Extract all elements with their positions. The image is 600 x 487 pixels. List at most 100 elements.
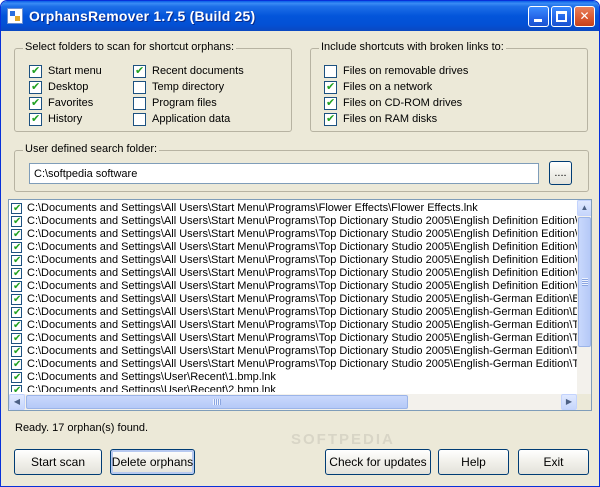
checkbox-icon[interactable] bbox=[11, 332, 22, 345]
vertical-scroll-thumb[interactable] bbox=[578, 217, 591, 347]
list-item[interactable]: C:\Documents and Settings\All Users\Star… bbox=[9, 358, 577, 371]
window-title: OrphansRemover 1.7.5 (Build 25) bbox=[29, 8, 256, 24]
horizontal-scrollbar[interactable]: ◀ ▶ bbox=[9, 394, 577, 410]
checkbox-icon[interactable] bbox=[324, 112, 337, 126]
checkbox-icon[interactable] bbox=[133, 80, 146, 94]
close-button[interactable]: ✕ bbox=[574, 6, 595, 27]
checkbox-icon[interactable] bbox=[11, 215, 22, 228]
folders-group-label: Select folders to scan for shortcut orph… bbox=[23, 41, 237, 53]
checkbox-icon[interactable] bbox=[11, 306, 22, 319]
checkbox-icon[interactable] bbox=[324, 80, 337, 94]
checkbox-icon[interactable] bbox=[29, 96, 42, 110]
maximize-icon bbox=[556, 11, 567, 22]
checkbox-icon[interactable] bbox=[324, 64, 337, 78]
list-item[interactable]: C:\Documents and Settings\All Users\Star… bbox=[9, 306, 577, 319]
list-item[interactable]: C:\Documents and Settings\All Users\Star… bbox=[9, 202, 577, 215]
broken-links-group-label: Include shortcuts with broken links to: bbox=[319, 41, 506, 53]
list-item[interactable]: C:\Documents and Settings\All Users\Star… bbox=[9, 241, 577, 254]
list-item[interactable]: C:\Documents and Settings\All Users\Star… bbox=[9, 319, 577, 332]
broken-option-1[interactable]: Files on a network bbox=[324, 80, 432, 94]
broken-option-3[interactable]: Files on RAM disks bbox=[324, 112, 437, 126]
vertical-scrollbar[interactable]: ▲ bbox=[577, 200, 591, 394]
folder-option-4[interactable]: Recent documents bbox=[133, 64, 244, 78]
close-icon: ✕ bbox=[579, 9, 590, 23]
scroll-up-arrow-icon[interactable]: ▲ bbox=[577, 200, 591, 216]
folder-option-0[interactable]: Start menu bbox=[29, 64, 102, 78]
checkbox-label: Files on CD-ROM drives bbox=[343, 97, 463, 109]
list-item-path: C:\Documents and Settings\All Users\Star… bbox=[27, 202, 478, 214]
checkbox-icon[interactable] bbox=[11, 267, 22, 280]
scroll-left-arrow-icon[interactable]: ◀ bbox=[9, 394, 25, 410]
checkbox-label: History bbox=[48, 113, 83, 125]
user-folder-input[interactable] bbox=[29, 163, 539, 184]
scroll-right-arrow-icon[interactable]: ▶ bbox=[561, 394, 577, 410]
orphans-list[interactable]: C:\Documents and Settings\All Users\Star… bbox=[8, 199, 592, 411]
list-item[interactable]: C:\Documents and Settings\All Users\Star… bbox=[9, 280, 577, 293]
list-item[interactable]: C:\Documents and Settings\All Users\Star… bbox=[9, 267, 577, 280]
minimize-icon bbox=[534, 19, 542, 22]
checkbox-icon[interactable] bbox=[29, 80, 42, 94]
checkbox-icon[interactable] bbox=[11, 228, 22, 241]
main-window: OrphansRemover 1.7.5 (Build 25) ✕ Select… bbox=[0, 0, 600, 487]
list-item-path: C:\Documents and Settings\All Users\Star… bbox=[27, 293, 577, 305]
list-item[interactable]: C:\Documents and Settings\All Users\Star… bbox=[9, 254, 577, 267]
exit-button[interactable]: Exit bbox=[518, 449, 589, 475]
list-item[interactable]: C:\Documents and Settings\All Users\Star… bbox=[9, 332, 577, 345]
list-item[interactable]: C:\Documents and Settings\All Users\Star… bbox=[9, 215, 577, 228]
checkbox-icon[interactable] bbox=[133, 64, 146, 78]
delete-orphans-button[interactable]: Delete orphans bbox=[110, 449, 195, 475]
app-icon[interactable] bbox=[7, 8, 23, 24]
broken-option-2[interactable]: Files on CD-ROM drives bbox=[324, 96, 462, 110]
checkbox-icon[interactable] bbox=[11, 319, 22, 332]
list-item[interactable]: C:\Documents and Settings\User\Recent\2.… bbox=[9, 384, 577, 392]
folder-option-3[interactable]: History bbox=[29, 112, 82, 126]
folder-option-6[interactable]: Program files bbox=[133, 96, 217, 110]
list-item-path: C:\Documents and Settings\All Users\Star… bbox=[27, 319, 577, 331]
checkbox-icon[interactable] bbox=[11, 371, 22, 384]
help-button[interactable]: Help bbox=[438, 449, 509, 475]
folder-option-7[interactable]: Application data bbox=[133, 112, 230, 126]
folder-option-2[interactable]: Favorites bbox=[29, 96, 93, 110]
list-item-path: C:\Documents and Settings\All Users\Star… bbox=[27, 215, 577, 227]
checkbox-icon[interactable] bbox=[324, 96, 337, 110]
list-item[interactable]: C:\Documents and Settings\All Users\Star… bbox=[9, 293, 577, 306]
checkbox-icon[interactable] bbox=[11, 384, 22, 392]
checkbox-icon[interactable] bbox=[133, 96, 146, 110]
list-item[interactable]: C:\Documents and Settings\All Users\Star… bbox=[9, 228, 577, 241]
list-item[interactable]: C:\Documents and Settings\User\Recent\1.… bbox=[9, 371, 577, 384]
checkbox-label: Files on removable drives bbox=[343, 65, 469, 77]
checkbox-icon[interactable] bbox=[11, 358, 22, 371]
watermark: SOFTPEDIA bbox=[291, 431, 395, 448]
folder-option-5[interactable]: Temp directory bbox=[133, 80, 224, 94]
minimize-button[interactable] bbox=[528, 6, 549, 27]
checkbox-label: Files on a network bbox=[343, 81, 433, 93]
checkbox-label: Start menu bbox=[48, 65, 102, 77]
list-item[interactable]: C:\Documents and Settings\All Users\Star… bbox=[9, 345, 577, 358]
checkbox-label: Files on RAM disks bbox=[343, 113, 438, 125]
checkbox-icon[interactable] bbox=[29, 112, 42, 126]
checkbox-icon[interactable] bbox=[133, 112, 146, 126]
title-bar[interactable]: OrphansRemover 1.7.5 (Build 25) ✕ bbox=[1, 1, 599, 31]
checkbox-icon[interactable] bbox=[29, 64, 42, 78]
orphans-rows: C:\Documents and Settings\All Users\Star… bbox=[9, 202, 577, 392]
folder-option-1[interactable]: Desktop bbox=[29, 80, 88, 94]
list-item-path: C:\Documents and Settings\All Users\Star… bbox=[27, 241, 577, 253]
checkbox-icon[interactable] bbox=[11, 202, 22, 215]
checkbox-label: Recent documents bbox=[152, 65, 244, 77]
checkbox-icon[interactable] bbox=[11, 280, 22, 293]
checkbox-label: Desktop bbox=[48, 81, 89, 93]
check-updates-button[interactable]: Check for updates bbox=[325, 449, 431, 475]
list-item-path: C:\Documents and Settings\All Users\Star… bbox=[27, 345, 577, 357]
checkbox-label: Program files bbox=[152, 97, 217, 109]
checkbox-icon[interactable] bbox=[11, 345, 22, 358]
horizontal-scroll-thumb[interactable] bbox=[26, 395, 408, 409]
checkbox-icon[interactable] bbox=[11, 241, 22, 254]
list-item-path: C:\Documents and Settings\All Users\Star… bbox=[27, 280, 577, 292]
broken-option-0[interactable]: Files on removable drives bbox=[324, 64, 468, 78]
start-scan-button[interactable]: Start scan bbox=[14, 449, 102, 475]
browse-button[interactable]: .... bbox=[549, 161, 572, 185]
list-item-path: C:\Documents and Settings\All Users\Star… bbox=[27, 254, 577, 266]
maximize-button[interactable] bbox=[551, 6, 572, 27]
checkbox-icon[interactable] bbox=[11, 254, 22, 267]
checkbox-icon[interactable] bbox=[11, 293, 22, 306]
